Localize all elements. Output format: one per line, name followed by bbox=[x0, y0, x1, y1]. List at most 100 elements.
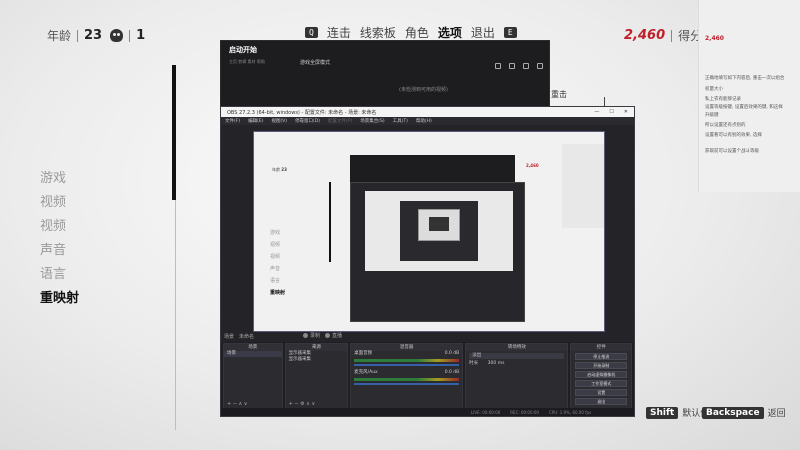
age-value: 23 bbox=[84, 28, 103, 43]
duration-label: 时长 bbox=[469, 361, 479, 366]
menu-item-video-2[interactable]: 视频 bbox=[40, 215, 79, 239]
menu-file[interactable]: 文件(F) bbox=[225, 118, 240, 124]
record-indicator[interactable]: 录制 bbox=[303, 332, 320, 339]
log-score: 2,460 bbox=[705, 35, 724, 42]
recorder-file[interactable]: 游戏全屏模式 bbox=[300, 59, 330, 66]
preview-nested-frame bbox=[418, 209, 460, 241]
settings-button[interactable]: 设置 bbox=[575, 389, 627, 396]
preview-menu-item: 游戏 bbox=[270, 230, 281, 236]
preview-age-value: 23 bbox=[281, 167, 287, 172]
scroll-indicator[interactable] bbox=[172, 65, 176, 200]
rec-status: REC: 00:00:00 bbox=[510, 409, 539, 415]
window-controls: — ☐ ✕ bbox=[594, 109, 628, 115]
menu-character[interactable]: 角色 bbox=[405, 24, 429, 41]
backspace-key-badge: Backspace bbox=[702, 406, 764, 419]
recorder-tabs[interactable]: 主页 剪辑 素材 帮助 bbox=[229, 59, 265, 65]
duration-value[interactable]: 300 ms bbox=[488, 361, 505, 366]
channel-name: 桌面音频 bbox=[354, 351, 373, 356]
preview-score: 2,460 bbox=[526, 163, 539, 168]
volume-meter bbox=[354, 359, 460, 362]
scene-bar-label: 场景 bbox=[224, 334, 235, 340]
transition-duration: 时长 300 ms bbox=[466, 361, 567, 367]
log-line: 升级键 bbox=[705, 113, 719, 118]
hud-left: 年龄 23 1 bbox=[47, 27, 145, 44]
volume-slider[interactable] bbox=[354, 383, 460, 385]
recorder-controls bbox=[495, 63, 543, 69]
menu-combo[interactable]: 连击 bbox=[327, 24, 351, 41]
menu-help[interactable]: 帮助(H) bbox=[416, 118, 432, 124]
score-value: 2,460 bbox=[624, 28, 666, 43]
sources-toolbar[interactable]: + − ⚙ ∧ ∨ bbox=[289, 401, 316, 407]
shift-key-badge: Shift bbox=[646, 406, 679, 419]
obs-title: OBS 27.2.3 (64-bit, windows) - 配置文件: 未命名… bbox=[227, 109, 377, 116]
stop-stream-button[interactable]: 停止推流 bbox=[575, 353, 627, 360]
copy-icon[interactable] bbox=[509, 63, 515, 69]
key-e-badge: E bbox=[503, 27, 517, 38]
log-line: 获取前可以设置个战斗等级 bbox=[705, 149, 759, 154]
stream-icon bbox=[325, 333, 330, 338]
menu-item-audio[interactable]: 声音 bbox=[40, 239, 79, 263]
preview-obs bbox=[350, 182, 525, 322]
sources-header: 来源 bbox=[285, 344, 348, 351]
log-line: 设置看可以有别的效果, 选择 bbox=[705, 133, 762, 138]
preview-menu-item: 声音 bbox=[270, 266, 281, 272]
preview-menu-item: 语言 bbox=[270, 278, 281, 284]
menu-view[interactable]: 视图(V) bbox=[271, 118, 287, 124]
minimize-icon[interactable]: — bbox=[594, 109, 599, 115]
obs-docks: 场景 场景 + − ∧ ∨ 来源 显示器采集 显示器采集 + − ⚙ ∧ ∨ 混… bbox=[221, 343, 634, 409]
source-item[interactable]: 显示器采集 bbox=[286, 357, 348, 363]
menu-item-video[interactable]: 视频 bbox=[40, 191, 79, 215]
mixer-dock: 混音器 桌面音频 0.0 dB 麦克风/Aux 0.0 dB bbox=[350, 343, 464, 409]
transition-select[interactable]: 淡出 bbox=[469, 353, 565, 359]
menu-exit[interactable]: 退出 bbox=[471, 24, 495, 41]
log-line: 设置等级按键, 设置后效果的键, 和这样 bbox=[705, 105, 783, 110]
combo-marker: 重击 bbox=[551, 90, 567, 99]
volume-meter bbox=[354, 378, 460, 381]
scenes-header: 场景 bbox=[224, 344, 282, 351]
mixer-channel: 麦克风/Aux 0.0 dB bbox=[351, 370, 462, 376]
scenes-dock: 场景 场景 + − ∧ ∨ bbox=[223, 343, 283, 409]
menu-item-remap[interactable]: 重映射 bbox=[40, 287, 79, 311]
settings-icon[interactable] bbox=[523, 63, 529, 69]
studio-mode-button[interactable]: 工作室模式 bbox=[575, 380, 627, 387]
log-line: 权量大小 bbox=[705, 87, 723, 92]
close-icon[interactable]: ✕ bbox=[624, 109, 628, 115]
maximize-icon[interactable]: ☐ bbox=[609, 109, 613, 115]
preview-hud: 年龄 23 bbox=[272, 167, 287, 173]
obs-statusbar: LIVE: 00:00:00 REC: 00:00:00 CPU: 1.9%, … bbox=[221, 408, 634, 416]
obs-titlebar[interactable]: OBS 27.2.3 (64-bit, windows) - 配置文件: 未命名… bbox=[221, 107, 634, 117]
default-key-hint[interactable]: Shift 默认值 bbox=[646, 406, 709, 419]
scene-item[interactable]: 场景 bbox=[224, 351, 282, 357]
start-record-button[interactable]: 开始录制 bbox=[575, 362, 627, 369]
age-label: 年龄 bbox=[47, 29, 72, 43]
skull-icon bbox=[110, 29, 124, 42]
scenes-toolbar[interactable]: + − ∧ ∨ bbox=[227, 401, 247, 407]
obs-preview[interactable]: 年龄 23 2,460 游戏 视频 视频 声音 语言 重映射 bbox=[253, 131, 605, 332]
back-key-hint[interactable]: Backspace 返回 bbox=[702, 406, 786, 419]
menu-profile[interactable]: 配置文件(P) bbox=[328, 118, 352, 124]
menu-edit[interactable]: 编辑(E) bbox=[248, 118, 263, 124]
preview-menu: 游戏 视频 视频 声音 语言 重映射 bbox=[270, 227, 285, 299]
folder-icon[interactable] bbox=[495, 63, 501, 69]
obs-window: OBS 27.2.3 (64-bit, windows) - 配置文件: 未命名… bbox=[220, 106, 635, 417]
preview-nested-window bbox=[400, 201, 478, 261]
preview-nested bbox=[365, 191, 513, 271]
stream-label: 直播 bbox=[332, 333, 343, 339]
share-icon[interactable] bbox=[537, 63, 543, 69]
menu-item-game[interactable]: 游戏 bbox=[40, 167, 79, 191]
menu-options[interactable]: 选项 bbox=[438, 24, 462, 41]
menu-scene-collection[interactable]: 场景集合(S) bbox=[360, 118, 384, 124]
menu-docks[interactable]: 停靠窗口(D) bbox=[295, 118, 320, 124]
volume-slider[interactable] bbox=[354, 364, 460, 366]
channel-level: 0.0 dB bbox=[444, 351, 460, 356]
scene-bar-value: 未命名 bbox=[239, 334, 255, 340]
stream-indicator[interactable]: 直播 bbox=[325, 332, 342, 339]
virtual-camera-button[interactable]: 启动虚拟摄像机 bbox=[575, 371, 627, 378]
menu-tools[interactable]: 工具(T) bbox=[393, 118, 408, 124]
menu-clue-board[interactable]: 线索板 bbox=[360, 24, 396, 41]
mixer-channel: 桌面音频 0.0 dB bbox=[351, 351, 462, 357]
exit-button[interactable]: 退出 bbox=[575, 398, 627, 405]
back-label: 返回 bbox=[767, 409, 786, 419]
menu-item-language[interactable]: 语言 bbox=[40, 263, 79, 287]
divider bbox=[671, 29, 673, 42]
